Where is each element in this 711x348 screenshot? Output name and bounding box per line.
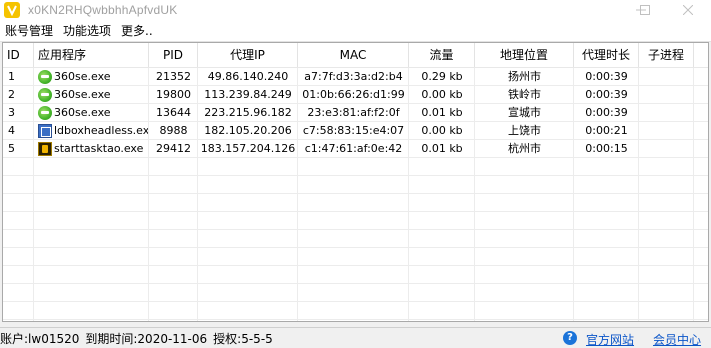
- col-header-id[interactable]: ID: [3, 43, 34, 67]
- cell-app: 360se.exe: [54, 70, 111, 83]
- cell-proxy-ip: 183.157.204.126: [200, 142, 296, 155]
- cell-location: 扬州市: [508, 70, 541, 83]
- cell-traffic: 0.00 kb: [421, 124, 463, 137]
- auth-label: 授权:5-5-5: [213, 331, 273, 346]
- cell-child-process: [639, 68, 694, 86]
- cell-duration: 0:00:15: [585, 142, 628, 155]
- cell-duration: 0:00:39: [585, 106, 628, 119]
- cell-location: 铁岭市: [508, 88, 541, 101]
- grid-line: [3, 158, 708, 176]
- col-header-mac[interactable]: MAC: [298, 43, 409, 67]
- menu-feature-options[interactable]: 功能选项: [58, 20, 116, 42]
- cell-child-process: [639, 140, 694, 158]
- col-header-child-process[interactable]: 子进程: [639, 43, 694, 67]
- grid-line: [3, 284, 708, 302]
- expire-label: 到期时间:2020-11-06: [85, 331, 208, 346]
- cell-mac: 01:0b:66:26:d1:99: [302, 88, 405, 101]
- cell-id: 2: [8, 88, 15, 101]
- cell-proxy-ip: 223.215.96.182: [204, 106, 292, 119]
- ie-icon: [38, 106, 52, 120]
- title-bar: x0KN2RHQwbbhhApfvdUK: [0, 0, 711, 20]
- menu-bar: 账号管理 功能选项 更多..: [0, 20, 711, 42]
- member-center-link[interactable]: 会员中心: [653, 331, 701, 348]
- cell-pid: 13644: [156, 106, 191, 119]
- cell-duration: 0:00:39: [585, 70, 628, 83]
- official-site-link[interactable]: 官方网站: [586, 331, 634, 348]
- grid-line: [3, 266, 708, 284]
- cell-proxy-ip: 49.86.140.240: [207, 70, 289, 83]
- cell-id: 4: [8, 124, 15, 137]
- col-header-traffic[interactable]: 流量: [409, 43, 475, 67]
- status-bar: 账户:lw01520 到期时间:2020-11-06 授权:5-5-5 ? 官方…: [0, 327, 711, 348]
- help-icon[interactable]: ?: [563, 331, 577, 345]
- cell-mac: a7:7f:d3:3a:d2:b4: [304, 70, 403, 83]
- maximize-icon: [640, 5, 650, 15]
- account-label: 账户:lw01520: [0, 331, 80, 346]
- cell-mac: 23:e3:81:af:f2:0f: [307, 106, 400, 119]
- cell-mac: c7:58:83:15:e4:07: [302, 124, 405, 137]
- cell-location: 杭州市: [508, 142, 541, 155]
- close-button[interactable]: [665, 0, 711, 20]
- cell-traffic: 0.01 kb: [421, 106, 463, 119]
- col-header-location[interactable]: 地理位置: [475, 43, 574, 67]
- close-icon: [683, 5, 693, 15]
- proxy-process-table[interactable]: ID 应用程序 PID 代理IP MAC 流量 地理位置 代理时长 子进程 1 …: [2, 42, 709, 322]
- menu-account-management[interactable]: 账号管理: [0, 20, 58, 42]
- v-logo-icon: [4, 2, 20, 18]
- cell-id: 1: [8, 70, 15, 83]
- grid-line: [3, 194, 708, 212]
- cell-duration: 0:00:39: [585, 88, 628, 101]
- cell-app: 360se.exe: [54, 88, 111, 101]
- cell-proxy-ip: 113.239.84.249: [204, 88, 292, 101]
- cell-child-process: [639, 86, 694, 104]
- grid-line: [3, 302, 708, 320]
- cell-child-process: [639, 122, 694, 140]
- grid-line: [3, 176, 708, 194]
- col-header-proxy-ip[interactable]: 代理IP: [198, 43, 298, 67]
- cell-child-process: [639, 104, 694, 122]
- cell-traffic: 0.29 kb: [421, 70, 463, 83]
- col-header-duration[interactable]: 代理时长: [574, 43, 639, 67]
- cell-pid: 19800: [156, 88, 191, 101]
- col-header-app[interactable]: 应用程序: [34, 43, 149, 67]
- cell-location: 上饶市: [508, 124, 541, 137]
- cell-proxy-ip: 182.105.20.206: [204, 124, 292, 137]
- cell-duration: 0:00:21: [585, 124, 628, 137]
- cell-id: 5: [8, 142, 15, 155]
- grid-line: [3, 230, 708, 248]
- cell-app: starttasktao.exe: [54, 142, 144, 155]
- cell-pid: 29412: [156, 142, 191, 155]
- grid-line: [3, 212, 708, 230]
- cell-traffic: 0.00 kb: [421, 88, 463, 101]
- col-header-pid[interactable]: PID: [149, 43, 198, 67]
- ie-icon: [38, 70, 52, 84]
- cell-app: ldboxheadless.exe: [54, 124, 148, 137]
- ie-icon: [38, 88, 52, 102]
- cell-pid: 8988: [159, 124, 188, 137]
- cell-id: 3: [8, 106, 15, 119]
- starttask-icon: [38, 142, 52, 156]
- menu-more[interactable]: 更多..: [116, 20, 158, 42]
- grid-line: [3, 248, 708, 266]
- cell-mac: c1:47:61:af:0e:42: [304, 142, 403, 155]
- cell-traffic: 0.01 kb: [421, 142, 463, 155]
- window-title: x0KN2RHQwbbhhApfvdUK: [28, 3, 178, 17]
- cell-pid: 21352: [156, 70, 191, 83]
- cell-app: 360se.exe: [54, 106, 111, 119]
- ldbox-icon: [38, 124, 52, 138]
- cell-location: 宣城市: [508, 106, 541, 119]
- maximize-button[interactable]: [622, 0, 668, 20]
